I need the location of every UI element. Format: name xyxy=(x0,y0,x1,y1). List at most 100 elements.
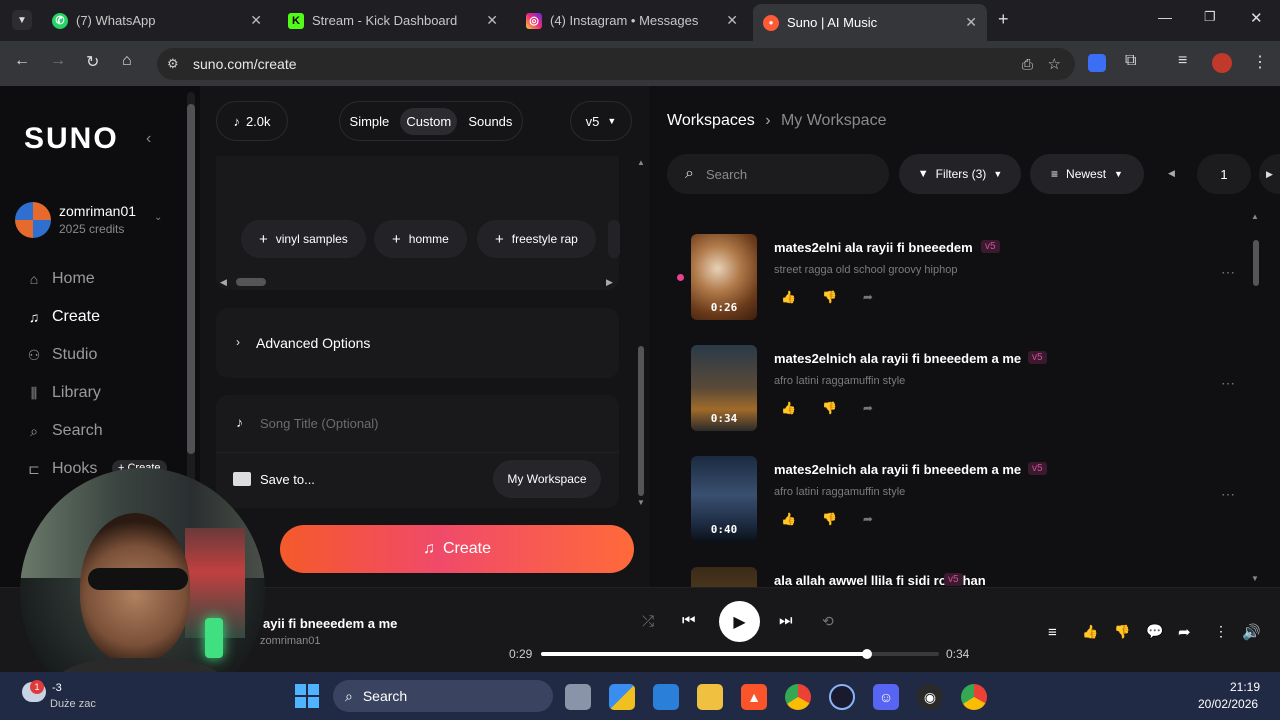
collapse-sidebar-icon[interactable]: ‹ xyxy=(146,130,151,148)
tab-sounds[interactable]: Sounds xyxy=(468,114,512,129)
profile-avatar-icon[interactable] xyxy=(1212,53,1232,73)
reload-icon[interactable]: ↻ xyxy=(86,52,99,72)
tags-scrollbar[interactable] xyxy=(236,278,266,286)
taskbar-search[interactable]: ⌕ Search xyxy=(333,680,553,712)
file-explorer-icon[interactable] xyxy=(697,684,723,710)
brave-icon[interactable]: ▲ xyxy=(741,684,767,710)
tab-search-icon[interactable]: ▼ xyxy=(12,10,32,30)
sidebar-item-create[interactable]: ♫ Create xyxy=(26,308,100,326)
weather-temp[interactable]: -3 xyxy=(52,682,62,694)
media-control-icon[interactable]: ≡ xyxy=(1178,52,1187,70)
user-name[interactable]: zomriman01 xyxy=(59,203,136,219)
song-title[interactable]: mates2elnich ala rayii fi bneeedem a me xyxy=(774,351,1021,366)
chevron-down-icon[interactable]: ⌄ xyxy=(154,212,162,223)
song-row[interactable]: 0:26 mates2elni ala rayii fi bneeedem v5… xyxy=(677,234,1251,334)
progress-bar[interactable] xyxy=(541,649,939,659)
restore-icon[interactable]: ❐ xyxy=(1204,9,1216,25)
song-thumbnail[interactable] xyxy=(691,567,757,587)
song-row[interactable]: 0:40 mates2elnich ala rayii fi bneeedem … xyxy=(691,456,1251,556)
extension-icon[interactable] xyxy=(1088,54,1106,72)
discord-icon[interactable]: ☺ xyxy=(873,684,899,710)
workspace-scrollbar[interactable]: ▲ ▼ xyxy=(1251,212,1261,588)
minimize-icon[interactable]: — xyxy=(1158,9,1172,25)
more-options-icon[interactable]: ⋯ xyxy=(1221,264,1235,281)
previous-icon[interactable]: ⏮ xyxy=(682,612,696,629)
like-icon[interactable]: 👍 xyxy=(1082,624,1098,640)
version-select[interactable]: v5 ▼ xyxy=(570,101,632,141)
close-window-icon[interactable]: ✕ xyxy=(1250,9,1263,27)
share-icon[interactable]: ➦ xyxy=(863,401,873,415)
back-icon[interactable]: ← xyxy=(14,52,30,70)
page-number[interactable]: 1 xyxy=(1197,154,1251,194)
close-icon[interactable]: ✕ xyxy=(726,12,738,29)
app-icon[interactable] xyxy=(829,684,855,710)
extensions-puzzle-icon[interactable]: ⧉ xyxy=(1125,52,1136,70)
repeat-icon[interactable]: ⟲ xyxy=(822,613,834,630)
like-icon[interactable]: 👍 xyxy=(781,401,796,415)
create-button[interactable]: ♫ Create xyxy=(280,525,634,573)
forward-icon[interactable]: → xyxy=(50,52,66,70)
progress-handle[interactable] xyxy=(862,649,873,659)
breadcrumb-workspaces[interactable]: Workspaces xyxy=(667,112,755,129)
sidebar-item-studio[interactable]: ⚇ Studio xyxy=(26,346,98,364)
queue-icon[interactable]: ≡ xyxy=(1048,624,1057,641)
sidebar-item-search[interactable]: ⌕ Search xyxy=(26,422,103,440)
more-options-icon[interactable]: ⋯ xyxy=(1221,486,1235,503)
player-title[interactable]: ayii fi bneeedem a me xyxy=(263,616,397,631)
scroll-left-icon[interactable]: ◀ xyxy=(220,277,227,288)
share-icon[interactable]: ➦ xyxy=(1178,623,1191,641)
share-icon[interactable]: ➦ xyxy=(863,512,873,526)
tag-homme[interactable]: + homme xyxy=(374,220,467,258)
tab-kick[interactable]: K Stream - Kick Dashboard ✕ xyxy=(278,6,508,35)
dislike-icon[interactable]: 👎 xyxy=(822,512,837,526)
clock-date[interactable]: 20/02/2026 xyxy=(1198,697,1258,711)
tab-whatsapp[interactable]: ✆ (7) WhatsApp ✕ xyxy=(42,6,272,35)
menu-kebab-icon[interactable]: ⋮ xyxy=(1252,52,1268,72)
prev-page-icon[interactable]: ◀ xyxy=(1168,168,1175,179)
close-icon[interactable]: ✕ xyxy=(250,12,262,29)
comment-icon[interactable]: 💬 xyxy=(1146,623,1163,640)
home-icon[interactable]: ⌂ xyxy=(122,52,132,70)
store-icon[interactable] xyxy=(653,684,679,710)
workspace-select-button[interactable]: My Workspace xyxy=(493,460,601,498)
clock-time[interactable]: 21:19 xyxy=(1230,680,1260,694)
tag-freestyle-rap[interactable]: + freestyle rap xyxy=(477,220,596,258)
tab-suno[interactable]: ● Suno | AI Music ✕ xyxy=(753,4,987,41)
song-row[interactable]: ala allah awwel llila fi sidi romthan v5 xyxy=(691,567,1251,587)
next-page-icon[interactable]: ▶ xyxy=(1259,154,1280,194)
dislike-icon[interactable]: 👎 xyxy=(822,290,837,304)
windows-start-icon[interactable] xyxy=(295,684,319,708)
volume-icon[interactable]: 🔊 xyxy=(1242,623,1261,641)
suno-logo[interactable]: SUNO xyxy=(24,122,119,156)
advanced-options[interactable]: › Advanced Options xyxy=(216,308,619,378)
song-thumbnail[interactable]: 0:26 xyxy=(691,234,757,320)
song-title-input[interactable]: Song Title (Optional) xyxy=(260,416,379,431)
song-title[interactable]: mates2elnich ala rayii fi bneeedem a me xyxy=(774,462,1021,477)
play-button[interactable]: ▶ xyxy=(719,601,760,642)
dislike-icon[interactable]: 👎 xyxy=(822,401,837,415)
task-view-icon[interactable] xyxy=(565,684,591,710)
weather-text[interactable]: Duże zac xyxy=(50,698,96,710)
like-icon[interactable]: 👍 xyxy=(781,512,796,526)
close-icon[interactable]: ✕ xyxy=(965,14,977,31)
tab-instagram[interactable]: ◎ (4) Instagram • Messages ✕ xyxy=(516,6,748,35)
chrome-icon[interactable] xyxy=(785,684,811,710)
more-options-icon[interactable]: ⋮ xyxy=(1214,623,1228,640)
tab-custom[interactable]: Custom xyxy=(400,107,458,135)
avatar[interactable] xyxy=(15,202,51,238)
dislike-icon[interactable]: 👎 xyxy=(1114,624,1130,640)
song-row[interactable]: 0:34 mates2elnich ala rayii fi bneeedem … xyxy=(691,345,1251,445)
song-title[interactable]: mates2elni ala rayii fi bneeedem xyxy=(774,240,973,255)
tab-simple[interactable]: Simple xyxy=(350,114,390,129)
sidebar-item-library[interactable]: ⫼ Library xyxy=(26,384,101,402)
create-scrollbar[interactable]: ▲ ▼ xyxy=(637,158,645,510)
url-field[interactable]: ⚙ suno.com/create ⎙ ☆ xyxy=(157,48,1075,80)
sort-button[interactable]: ≡ Newest ▼ xyxy=(1030,154,1144,194)
credits-pill[interactable]: ♪ 2.0k xyxy=(216,101,288,141)
player-artist[interactable]: zomriman01 xyxy=(260,635,321,647)
share-icon[interactable]: ➦ xyxy=(863,290,873,304)
widgets-icon[interactable] xyxy=(609,684,635,710)
tag-partial[interactable] xyxy=(608,220,620,258)
song-thumbnail[interactable]: 0:40 xyxy=(691,456,757,542)
search-input[interactable]: ⌕ Search xyxy=(667,154,889,194)
